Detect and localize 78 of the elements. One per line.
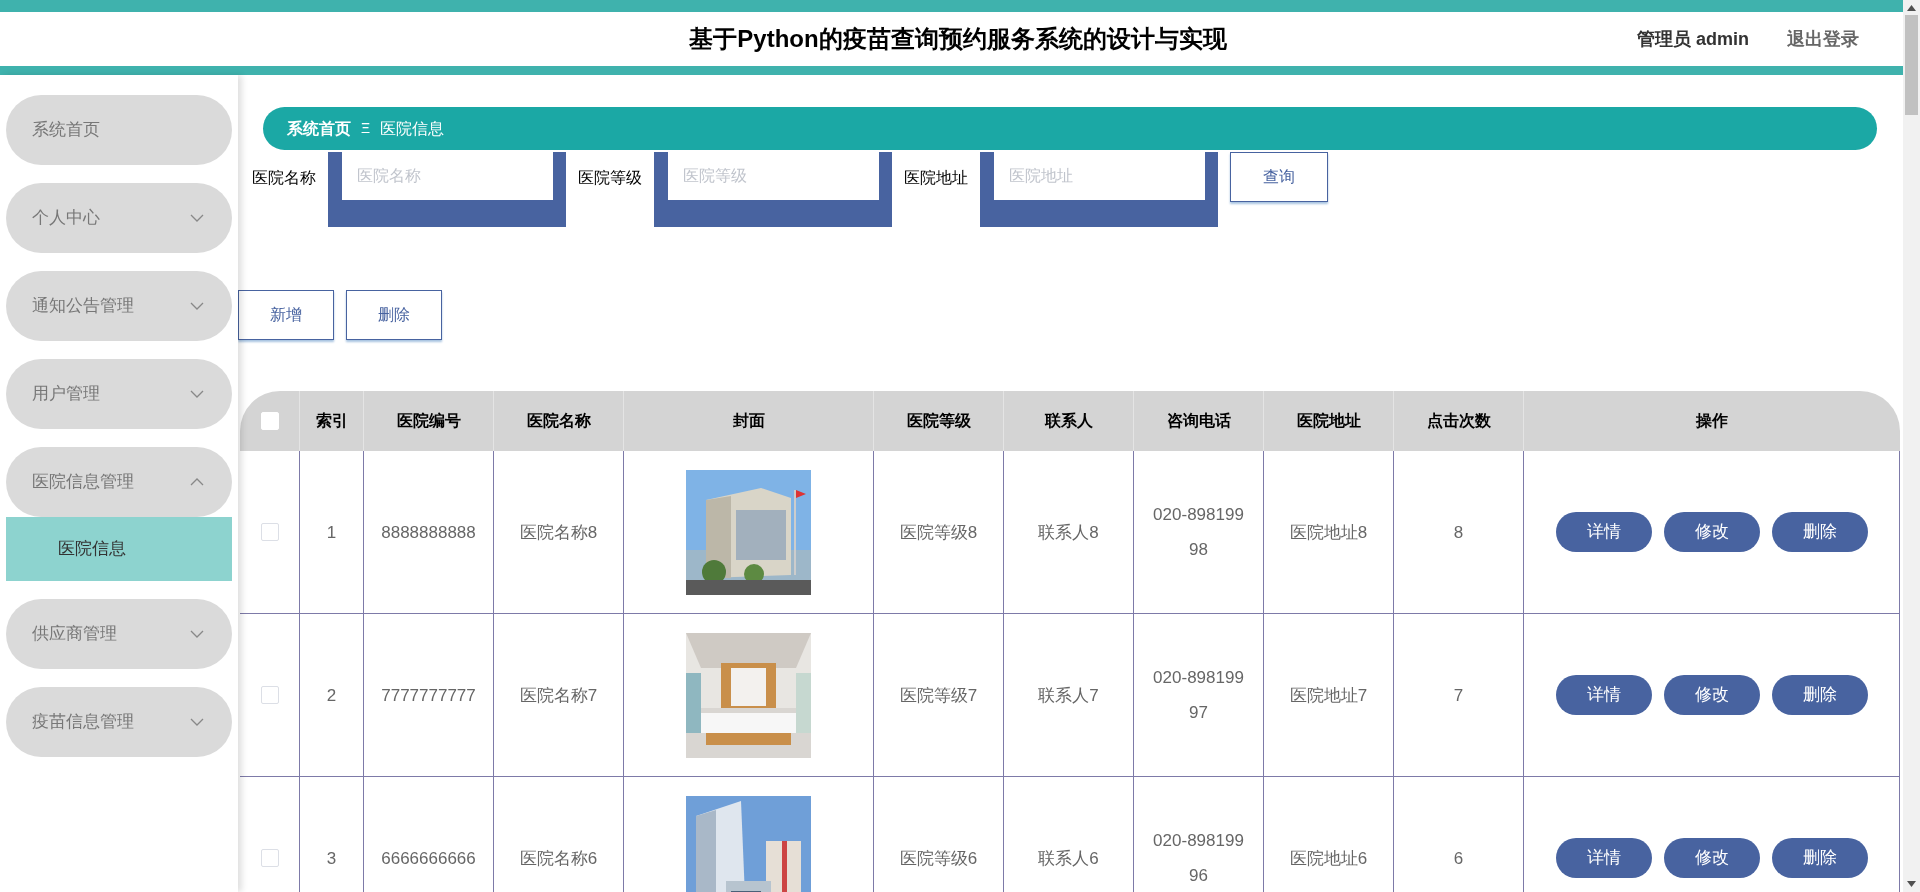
table-cell-text: 医院等级7 [899, 684, 978, 707]
delete-button[interactable]: 删除 [1771, 675, 1868, 715]
column-header: 医院名称 [494, 391, 624, 451]
chevron-down-icon [190, 630, 204, 638]
sidebar-item[interactable]: 个人中心 [6, 183, 232, 253]
delete-button[interactable]: 删除 [1771, 512, 1868, 552]
search-field[interactable]: 医院地址 [980, 152, 1218, 227]
column-header: 咨询电话 [1134, 391, 1264, 451]
checkbox[interactable] [260, 523, 279, 541]
details-button[interactable]: 详情 [1555, 838, 1652, 878]
chevron-down-icon [190, 390, 204, 398]
scroll-up-icon[interactable] [1907, 5, 1916, 11]
table-cell-text: 医院地址7 [1289, 684, 1368, 707]
table-cell-text: 3 [326, 847, 337, 870]
chevron-down-icon [190, 302, 204, 310]
submenu-item[interactable]: 医院信息 [6, 517, 232, 581]
app-title: 基于Python的疫苗查询预约服务系统的设计与实现 [689, 24, 1227, 54]
chevron-down-icon [190, 718, 204, 726]
breadcrumb-separator: Ξ [361, 119, 371, 138]
edit-button[interactable]: 修改 [1663, 838, 1760, 878]
search-field[interactable]: 医院等级 [654, 152, 892, 227]
search-label: 医院名称 [252, 168, 316, 188]
sidebar-item[interactable]: 供应商管理 [6, 599, 232, 669]
table-cell-text: 医院名称6 [519, 847, 598, 870]
table-cell-text: 医院名称8 [519, 521, 598, 544]
column-header: 封面 [624, 391, 874, 451]
checkbox[interactable] [260, 849, 279, 867]
table-cell-text: 7777777777 [381, 684, 476, 707]
logout-link[interactable]: 退出登录 [1787, 25, 1859, 53]
table-cell-text: 联系人8 [1038, 521, 1099, 544]
column-header: 索引 [300, 391, 364, 451]
table-cell-text: 医院名称7 [519, 684, 598, 707]
sidebar-item[interactable]: 医院信息管理 [6, 447, 232, 517]
search-label: 医院地址 [904, 168, 968, 188]
table-cell-text: 8888888888 [381, 521, 476, 544]
table-cell-text: 医院地址8 [1289, 521, 1368, 544]
sidebar-item[interactable]: 疫苗信息管理 [6, 687, 232, 757]
scrollbar-thumb[interactable] [1905, 15, 1918, 115]
add-button[interactable]: 新增 [238, 290, 334, 340]
sidebar-item[interactable]: 系统首页 [6, 95, 232, 165]
details-button[interactable]: 详情 [1555, 675, 1652, 715]
table-cell-text: 1 [326, 521, 337, 544]
edit-button[interactable]: 修改 [1663, 675, 1760, 715]
chevron-down-icon [190, 214, 204, 222]
table-cell-text: 020-89819998 [1152, 504, 1245, 561]
sidebar-item[interactable]: 通知公告管理 [6, 271, 232, 341]
table-cell-text: 联系人6 [1038, 847, 1099, 870]
table-cell-text: 8 [1453, 521, 1464, 544]
column-header: 操作 [1694, 411, 1729, 431]
scrollbar[interactable] [1903, 0, 1920, 892]
column-header: 联系人 [1004, 391, 1134, 451]
table-cell-text: 医院地址6 [1289, 847, 1368, 870]
search-button[interactable]: 查询 [1230, 152, 1328, 202]
table-cell-text: 020-89819996 [1152, 830, 1245, 887]
sidebar-item[interactable]: 用户管理 [6, 359, 232, 429]
column-header: 医院地址 [1264, 391, 1394, 451]
table-cell-text: 医院等级6 [899, 847, 978, 870]
user-label: 管理员 admin [1637, 27, 1749, 51]
edit-button[interactable]: 修改 [1663, 512, 1760, 552]
breadcrumb-current: 医院信息 [380, 118, 445, 139]
table-cell-text: 6666666666 [381, 847, 476, 870]
chevron-up-icon [190, 478, 204, 486]
details-button[interactable]: 详情 [1555, 512, 1652, 552]
table-cell-text: 联系人7 [1038, 684, 1099, 707]
column-header: 医院编号 [364, 391, 494, 451]
table-cell-text: 6 [1453, 847, 1464, 870]
column-header: 点击次数 [1394, 391, 1524, 451]
scroll-down-icon[interactable] [1907, 881, 1916, 887]
table-cell-text: 020-89819997 [1152, 667, 1245, 724]
table-cell-text: 2 [326, 684, 337, 707]
table-cell-text: 7 [1453, 684, 1464, 707]
search-label: 医院等级 [578, 168, 642, 188]
search-field[interactable]: 医院名称 [328, 152, 566, 227]
delete-button[interactable]: 删除 [346, 290, 442, 340]
delete-button[interactable]: 删除 [1771, 838, 1868, 878]
checkbox[interactable] [260, 686, 279, 704]
table-cell-text: 医院等级8 [899, 521, 978, 544]
column-header: 医院等级 [874, 391, 1004, 451]
